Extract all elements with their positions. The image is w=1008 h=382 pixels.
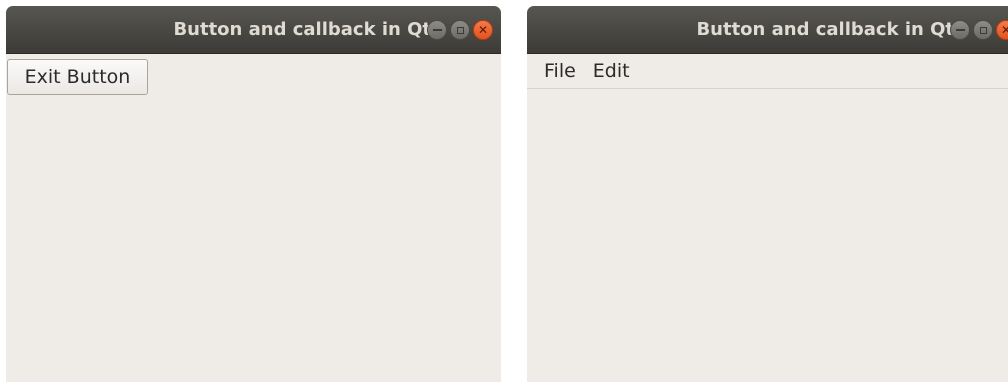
window-title: Button and callback in Qt — [173, 19, 431, 40]
menu-bar: File Edit — [527, 54, 1008, 89]
minimize-icon — [432, 29, 442, 31]
maximize-button[interactable] — [973, 20, 993, 40]
window-left: Button and callback in Qt ✕ Exit Button — [6, 6, 501, 382]
window-content: File Edit — [527, 54, 1008, 382]
title-bar[interactable]: Button and callback in Qt ✕ — [6, 6, 501, 54]
minimize-button[interactable] — [427, 20, 447, 40]
exit-button[interactable]: Exit Button — [7, 59, 148, 95]
close-button[interactable]: ✕ — [996, 20, 1008, 40]
window-content: Exit Button — [6, 54, 501, 382]
close-button[interactable]: ✕ — [473, 20, 493, 40]
menu-file[interactable]: File — [544, 54, 576, 89]
window-right: Button and callback in Qt ✕ File Edit — [527, 6, 1008, 382]
maximize-icon — [456, 26, 464, 34]
title-bar[interactable]: Button and callback in Qt ✕ — [527, 6, 1008, 54]
maximize-button[interactable] — [450, 20, 470, 40]
window-title: Button and callback in Qt — [696, 19, 954, 40]
maximize-icon — [979, 26, 987, 34]
close-icon: ✕ — [1000, 23, 1008, 37]
minimize-button[interactable] — [950, 20, 970, 40]
close-icon: ✕ — [477, 23, 489, 37]
menu-edit[interactable]: Edit — [593, 54, 630, 89]
minimize-icon — [955, 29, 965, 31]
